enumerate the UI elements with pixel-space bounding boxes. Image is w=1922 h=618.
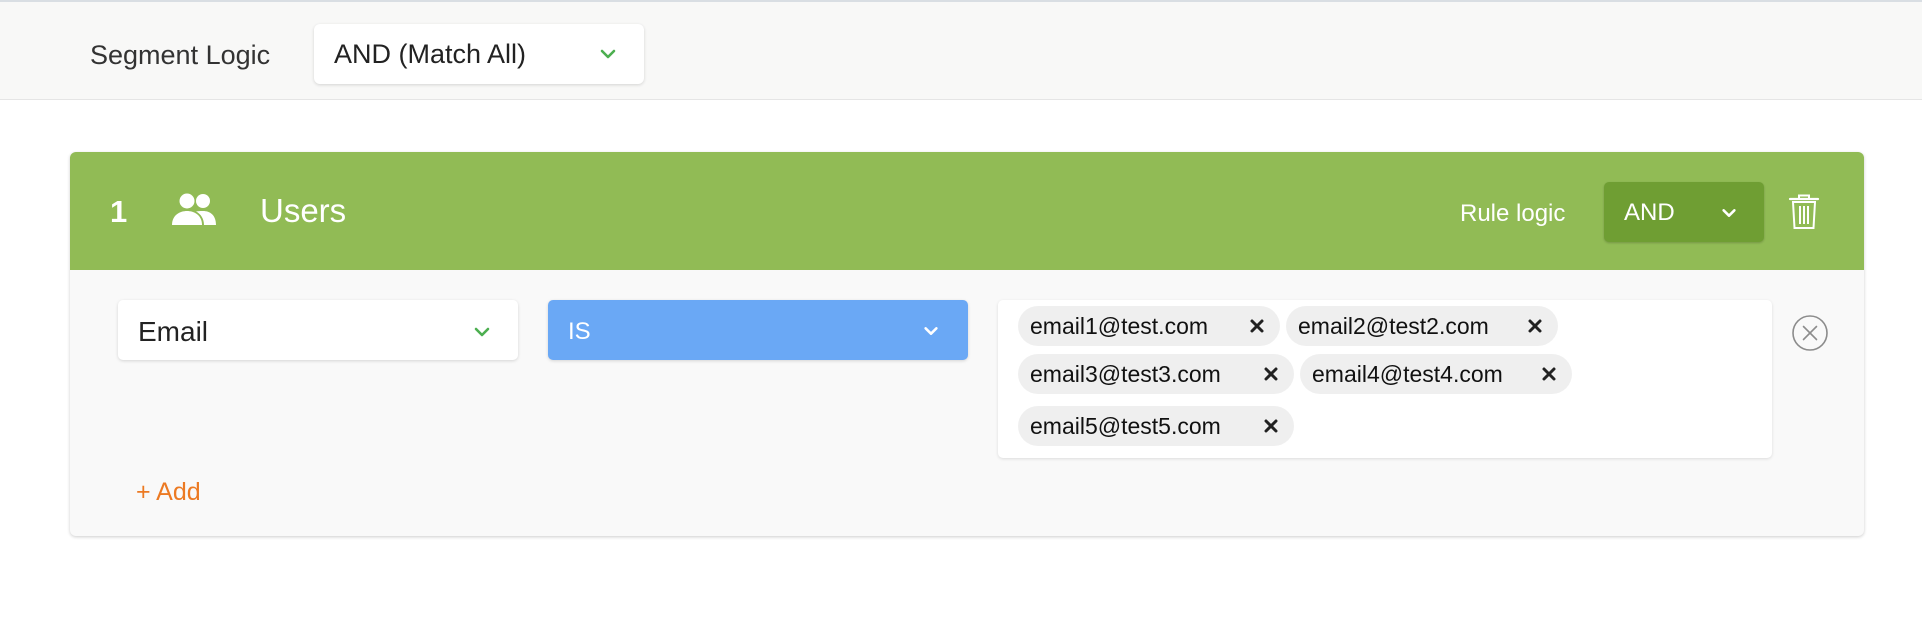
value-chip: email2@test2.com <box>1286 306 1558 346</box>
close-icon[interactable] <box>1262 417 1280 435</box>
value-chip-label: email4@test4.com <box>1312 360 1503 387</box>
segment-logic-label: Segment Logic <box>90 40 271 70</box>
chevron-down-icon <box>600 49 616 59</box>
value-chip-label: email3@test3.com <box>1030 360 1221 387</box>
rule-card: 1 Users Rule logic AND Email IS email1@t… <box>70 152 1864 536</box>
values-input[interactable]: email1@test.com email2@test2.com email3@… <box>998 300 1772 458</box>
value-chip-label: email1@test.com <box>1030 312 1209 339</box>
chevron-down-icon <box>474 327 490 337</box>
field-value: Email <box>138 316 209 347</box>
users-icon <box>172 193 216 225</box>
rule-logic-label: Rule logic <box>1460 200 1566 227</box>
operator-select[interactable]: IS <box>548 300 968 360</box>
segment-logic-value: AND (Match All) <box>334 38 527 69</box>
value-chip-label: email2@test2.com <box>1298 312 1489 339</box>
rule-number: 1 <box>110 194 128 229</box>
close-circle-icon[interactable] <box>1791 314 1829 352</box>
close-icon[interactable] <box>1248 317 1266 335</box>
close-icon[interactable] <box>1526 317 1544 335</box>
close-icon[interactable] <box>1262 365 1280 383</box>
value-chip: email5@test5.com <box>1018 406 1294 446</box>
chevron-down-icon <box>924 327 938 335</box>
segment-logic-select[interactable]: AND (Match All) <box>314 24 644 84</box>
rule-logic-select[interactable]: AND <box>1604 182 1764 242</box>
rule-header: 1 Users Rule logic AND <box>70 152 1864 270</box>
value-chip: email3@test3.com <box>1018 354 1294 394</box>
add-condition-link[interactable]: + Add <box>136 478 201 507</box>
trash-icon[interactable] <box>1788 194 1820 230</box>
value-chip-label: email5@test5.com <box>1030 412 1221 439</box>
close-icon[interactable] <box>1540 365 1558 383</box>
operator-value: IS <box>568 318 591 345</box>
rule-title: Users <box>260 192 347 229</box>
value-chip: email4@test4.com <box>1300 354 1572 394</box>
value-chip: email1@test.com <box>1018 306 1280 346</box>
chevron-down-icon <box>1722 209 1736 217</box>
field-select[interactable]: Email <box>118 300 518 360</box>
segment-toolbar: Segment Logic AND (Match All) <box>0 0 1922 100</box>
rule-logic-value: AND <box>1624 199 1675 226</box>
